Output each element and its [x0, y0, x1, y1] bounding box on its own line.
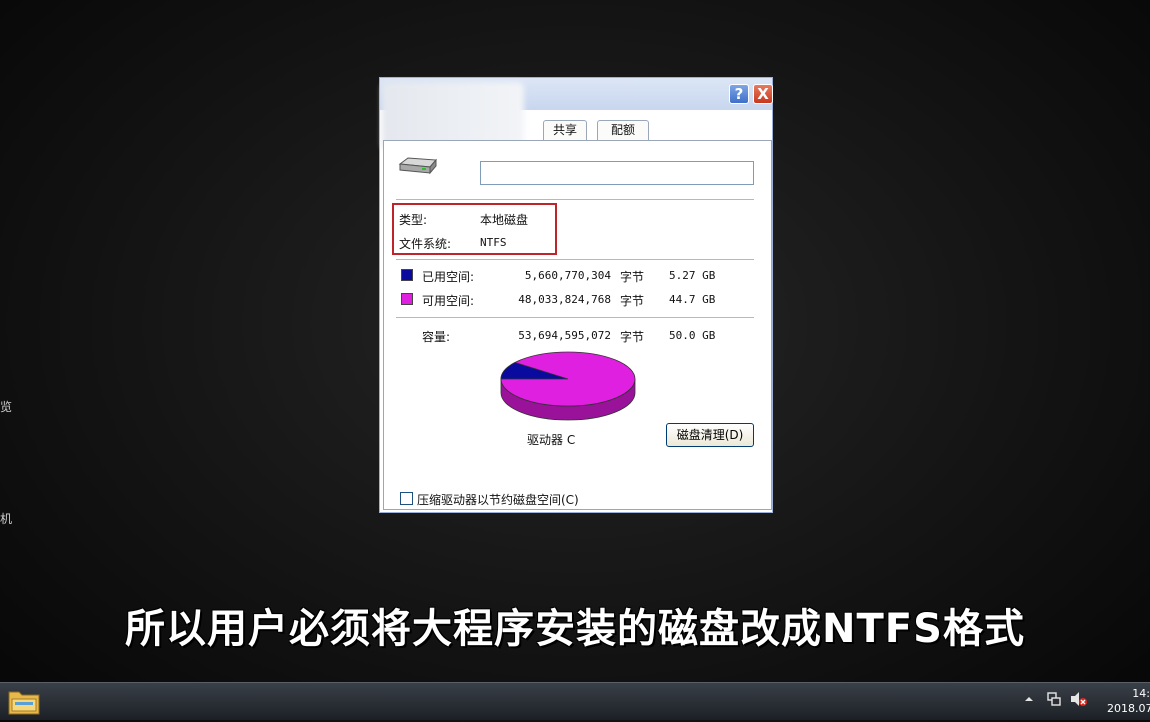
- general-tab-panel: 类型: 本地磁盘 文件系统: NTFS 已用空间: 5,660,770,304 …: [383, 140, 772, 510]
- video-subtitle: 所以用户必须将大程序安装的磁盘改成NTFS格式: [125, 606, 1025, 652]
- used-space-unit: 字节: [620, 270, 645, 284]
- taskbar-clock[interactable]: 14: 2018.07: [1107, 686, 1150, 716]
- used-space-size: 5.27 GB: [669, 269, 716, 282]
- properties-dialog: ? X 共享 配额 类型: 本地磁盘 文件系统: NTFS 已用空间: 5,66…: [379, 77, 773, 513]
- compress-label[interactable]: 压缩驱动器以节约磁盘空间(C): [417, 491, 579, 508]
- tab-quota[interactable]: 配额: [597, 120, 649, 140]
- help-button[interactable]: ?: [729, 84, 749, 104]
- capacity-size: 50.0 GB: [669, 329, 716, 342]
- chevron-up-icon[interactable]: [1024, 693, 1034, 707]
- used-space-label: 已用空间:: [422, 270, 475, 284]
- free-space-bytes: 48,033,824,768: [518, 293, 611, 306]
- disk-usage-pie: [500, 351, 636, 421]
- filesystem-value: NTFS: [480, 236, 507, 249]
- network-icon[interactable]: [1046, 691, 1062, 710]
- divider: [396, 199, 754, 200]
- disk-cleanup-button[interactable]: 磁盘清理(D): [666, 423, 754, 447]
- hard-drive-icon: [398, 156, 438, 182]
- taskbar: 14: 2018.07: [0, 682, 1150, 720]
- divider: [396, 317, 754, 318]
- used-space-bytes: 5,660,770,304: [524, 269, 611, 282]
- free-space-size: 44.7 GB: [669, 293, 716, 306]
- type-label: 类型:: [399, 213, 428, 227]
- filesystem-label: 文件系统:: [399, 237, 452, 251]
- close-button[interactable]: X: [753, 84, 773, 104]
- desktop-edge-text: 机: [0, 512, 13, 526]
- compress-checkbox[interactable]: [400, 492, 413, 505]
- desktop-edge-text: 览: [0, 400, 13, 414]
- clock-time: 14:: [1132, 687, 1150, 700]
- volume-muted-icon[interactable]: [1070, 691, 1088, 710]
- used-space-swatch: [401, 269, 413, 281]
- free-space-swatch: [401, 293, 413, 305]
- capacity-label: 容量:: [422, 330, 451, 344]
- capacity-bytes: 53,694,595,072: [518, 329, 611, 342]
- clock-date: 2018.07: [1107, 702, 1150, 715]
- file-explorer-icon[interactable]: [6, 686, 42, 722]
- drive-name-input[interactable]: [480, 161, 754, 185]
- type-value: 本地磁盘: [480, 213, 529, 227]
- free-space-unit: 字节: [620, 294, 645, 308]
- divider: [396, 259, 754, 260]
- drive-letter-label: 驱动器 C: [527, 433, 576, 447]
- capacity-unit: 字节: [620, 330, 645, 344]
- free-space-label: 可用空间:: [422, 294, 475, 308]
- tab-sharing[interactable]: 共享: [543, 120, 587, 140]
